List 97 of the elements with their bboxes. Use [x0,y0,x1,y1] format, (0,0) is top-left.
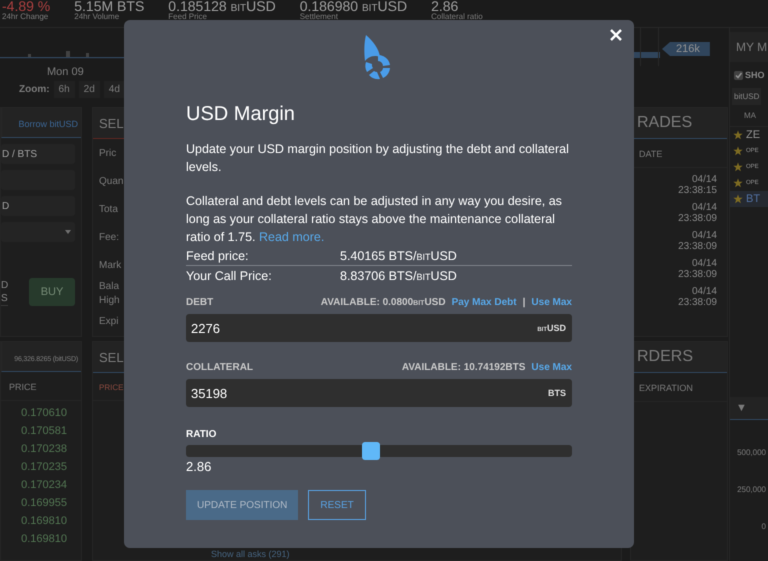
form-label: Mark [99,258,122,272]
field-label: COLLATERAL [186,362,254,373]
form-label: Tota [99,202,118,216]
panel-title: RADES [637,114,692,132]
axis-label: 0 [762,522,766,531]
max-link[interactable]: Use Max [531,362,572,373]
trade-date: 04/14 [692,230,717,241]
bid-price: 0.170235 [21,461,67,474]
stat-value: 0.185128 bitUSD [168,0,276,13]
axis-label: 500,000 [737,448,766,457]
info-value: 5.40165 BTS/bitUSD [340,248,457,262]
form-label: Quan [99,174,124,188]
form-label: Bala [99,280,120,293]
ratio-label: RATIO [186,429,218,440]
bid-price: 0.169955 [21,497,67,510]
ratio-value: 2.86 [186,459,212,474]
bid-price: 0.169810 [21,533,67,546]
column-header: PRICE [1,372,81,401]
dialog-title: USD Margin [186,103,296,126]
bid-price: 0.169810 [21,515,67,528]
bid-price: 0.170610 [21,407,67,420]
field-label: DEBT [186,297,214,308]
trade-date: 04/14 [692,258,717,269]
reset-button[interactable]: RESET [308,490,366,520]
zoom-button[interactable]: 2d [78,81,100,98]
input-field[interactable]: D [1,196,75,216]
trade-time: 23:38:09 [678,269,717,280]
logo-icon [363,35,393,81]
price-tag: 216k [662,42,710,56]
stat-value: 5.15M BTS [74,0,144,13]
date-label: Mon 09 [46,66,85,78]
form-label: High [99,294,120,307]
trade-time: 23:38:09 [678,213,717,224]
star-icon[interactable] [733,178,743,188]
close-icon[interactable] [610,29,622,41]
checkbox-label: SHO [745,70,765,80]
bid-price: 0.170581 [21,425,67,438]
stat-label: 24hr Change [2,13,50,21]
stat-label: Collateral ratio [431,13,483,21]
show-all-link[interactable]: Show all asks (291) [93,549,621,560]
trade-date: 04/14 [692,202,717,213]
available-text: AVAILABLE: 10.74192BTS [402,362,526,373]
bid-price: 0.170234 [21,479,67,492]
link-separator: | [522,297,526,308]
info-label: Your Call Price: [186,268,273,282]
stat-label: Feed Price [168,13,208,21]
unit-label: bitUSD [537,323,566,333]
read-more-link[interactable]: Read more. [258,230,324,244]
stat-value: 2.86 [431,0,458,13]
buy-button[interactable]: BUY [29,278,75,306]
market-row[interactable]: BT [730,191,768,207]
axis-label: 250,000 [737,485,766,494]
star-icon[interactable] [733,130,743,140]
zoom-label: Zoom: [19,84,50,95]
zoom-button[interactable]: 6h [54,81,75,98]
stat-label: Settlement [300,13,339,21]
trade-time: 23:38:09 [678,297,717,308]
max-link[interactable]: Pay Max Debt [452,297,517,308]
note-text: Collateral and debt levels can be adjusted in any way you desire, as long as your collateral ratio stays above the maintenance collateral ratio of 1.75. Read more. [186,193,563,246]
market-tab[interactable]: bitUSD [732,88,762,105]
form-label: Fee: [99,230,120,244]
ratio-slider[interactable] [186,445,572,457]
stat-value: 0.186980 bitUSD [300,0,408,13]
bid-price: 0.170238 [21,443,67,456]
intro-text: Update your USD margin position by adjusting the debt and collateral levels. [186,141,570,176]
form-label: Pric [99,146,116,160]
trade-date: 04/14 [692,286,717,297]
market-row[interactable]: ZE [730,127,768,143]
field-label: S [1,292,8,304]
trade-date: 04/14 [692,174,717,185]
collapse-toggle[interactable]: ▼ [730,397,768,420]
form-label: Expi [99,314,118,328]
panel-title: RDERS [637,348,694,366]
star-icon[interactable] [733,162,743,172]
trade-time: 23:38:15 [678,185,717,196]
available-text: AVAILABLE: 0.0800bitUSD [320,297,446,308]
panel-title: MY M [730,32,768,62]
zoom-button[interactable]: 4d [104,81,125,98]
unit-label: BTS [548,388,566,398]
checkbox[interactable] [734,70,743,80]
column-header: PRICE [99,383,124,392]
dropdown-field[interactable] [1,222,75,242]
star-icon[interactable] [733,194,743,204]
field-label: D [1,278,8,292]
info-label: Feed price: [186,248,250,262]
panel-title: SEL [99,116,124,130]
info-value: 8.83706 BTS/bitUSD [340,268,457,282]
max-link[interactable]: Use Max [531,297,572,308]
slider-thumb[interactable] [362,442,380,460]
star-icon[interactable] [733,146,743,156]
stat-value: -4.89 % [2,0,50,13]
input-field[interactable]: D / BTS [1,144,75,164]
caret-icon [65,230,71,234]
panel-title: SEL [99,350,124,364]
stat-label: 24hr Volume [74,13,120,21]
trade-time: 23:38:09 [678,241,717,252]
column-header: MA [730,105,768,127]
